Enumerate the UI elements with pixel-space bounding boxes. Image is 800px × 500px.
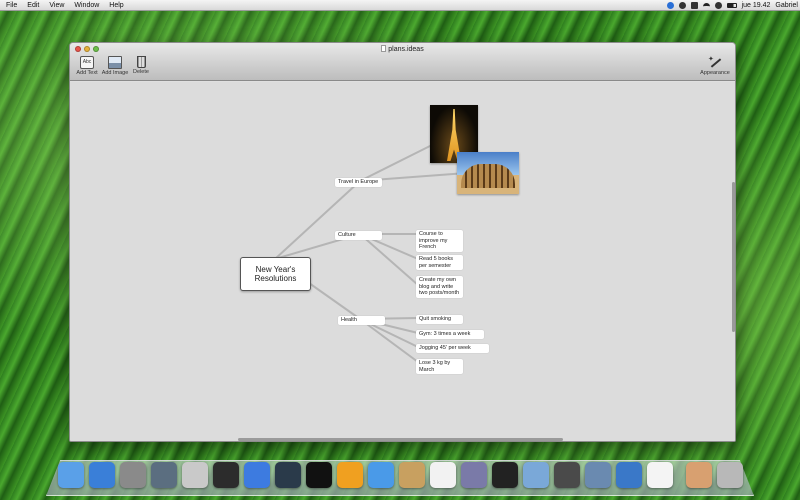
appearance-label: Appearance — [700, 70, 730, 76]
add-image-label: Add Image — [101, 70, 129, 76]
vertical-scrollbar[interactable] — [732, 182, 735, 332]
text-box-icon: Abc — [80, 56, 94, 69]
window-title: plans.ideas — [70, 45, 735, 53]
node-quit-smoking[interactable]: Quit smoking — [416, 315, 463, 324]
image-icon — [108, 56, 122, 69]
dock-app-store-icon[interactable] — [89, 462, 115, 488]
dock-icons — [58, 462, 748, 492]
node-travel[interactable]: Travel in Europe — [335, 178, 382, 187]
dock-launchpad-icon[interactable] — [120, 462, 146, 488]
dock-mail-icon[interactable] — [523, 462, 549, 488]
node-jogging[interactable]: Jogging 45' per week — [416, 344, 489, 353]
magic-wand-icon: ✦ — [707, 56, 723, 69]
menu-file[interactable]: File — [0, 0, 22, 11]
delete-button[interactable]: Delete — [130, 56, 152, 75]
node-blog[interactable]: Create my own blog and write two posts/m… — [416, 276, 463, 298]
dock-facetime-icon[interactable] — [554, 462, 580, 488]
app-window: plans.ideas Abc Add Text Add Image Delet… — [69, 42, 736, 442]
dropbox-icon[interactable] — [666, 2, 674, 9]
dock-messages-icon[interactable] — [647, 462, 673, 488]
dock-downloads-icon[interactable] — [686, 462, 712, 488]
menu-help[interactable]: Help — [104, 0, 128, 11]
delete-label: Delete — [133, 69, 149, 75]
dock-mission-control-icon[interactable] — [151, 462, 177, 488]
dock-equalizer-icon[interactable] — [275, 462, 301, 488]
menu-window[interactable]: Window — [69, 0, 104, 11]
connector-lines — [274, 133, 481, 363]
dock-blob-app-icon[interactable] — [306, 462, 332, 488]
dock-address-book-icon[interactable] — [182, 462, 208, 488]
menubar-status-area: jue 19.42 Gabriel — [662, 0, 798, 11]
dock-calendar-icon[interactable] — [430, 462, 456, 488]
node-read-books[interactable]: Read 5 books per semester — [416, 255, 463, 270]
sync-icon[interactable] — [678, 2, 686, 9]
dock-dashboard-icon[interactable] — [213, 462, 239, 488]
menu-view[interactable]: View — [44, 0, 69, 11]
time-machine-icon[interactable] — [690, 2, 698, 9]
menubar-user[interactable]: Gabriel — [775, 0, 798, 11]
connector-line — [359, 233, 419, 286]
battery-icon[interactable] — [726, 3, 737, 8]
volume-icon[interactable] — [714, 2, 722, 9]
dock-preview-icon[interactable] — [585, 462, 611, 488]
central-node[interactable]: New Year's Resolutions — [240, 257, 311, 291]
menu-edit[interactable]: Edit — [22, 0, 44, 11]
dock-finder-icon[interactable] — [58, 462, 84, 488]
dock-safari-icon[interactable] — [368, 462, 394, 488]
dock-sublime-icon[interactable] — [337, 462, 363, 488]
window-toolbar: plans.ideas Abc Add Text Add Image Delet… — [70, 43, 735, 81]
node-health[interactable]: Health — [338, 316, 385, 325]
document-icon — [381, 45, 387, 52]
appearance-button[interactable]: ✦ Appearance — [698, 56, 732, 76]
add-text-button[interactable]: Abc Add Text — [73, 56, 101, 76]
node-culture[interactable]: Culture — [335, 231, 382, 240]
trash-icon — [136, 56, 146, 68]
node-lose-weight[interactable]: Lose 3 kg by March — [416, 359, 463, 374]
window-title-text: plans.ideas — [388, 46, 424, 53]
wifi-icon[interactable] — [702, 2, 710, 9]
dock-photo-booth-icon[interactable] — [461, 462, 487, 488]
node-french-course[interactable]: Course to improve my French — [416, 230, 463, 252]
node-gym[interactable]: Gym: 3 times a week — [416, 330, 484, 339]
mind-map-canvas[interactable]: New Year's Resolutions Travel in Europe … — [70, 82, 735, 441]
dock-terminal-icon[interactable] — [492, 462, 518, 488]
dock-notebook-icon[interactable] — [399, 462, 425, 488]
dock-xcode-icon[interactable] — [616, 462, 642, 488]
dock-trash-icon[interactable] — [717, 462, 743, 488]
horizontal-scrollbar[interactable] — [238, 438, 563, 441]
menubar-clock[interactable]: jue 19.42 — [742, 0, 771, 11]
colosseum-photo[interactable] — [457, 152, 519, 194]
add-image-button[interactable]: Add Image — [100, 56, 130, 76]
dock-itunes-icon[interactable] — [244, 462, 270, 488]
add-text-label: Add Text — [76, 70, 98, 76]
menu-bar: File Edit View Window Help jue 19.42 Gab… — [0, 0, 800, 11]
